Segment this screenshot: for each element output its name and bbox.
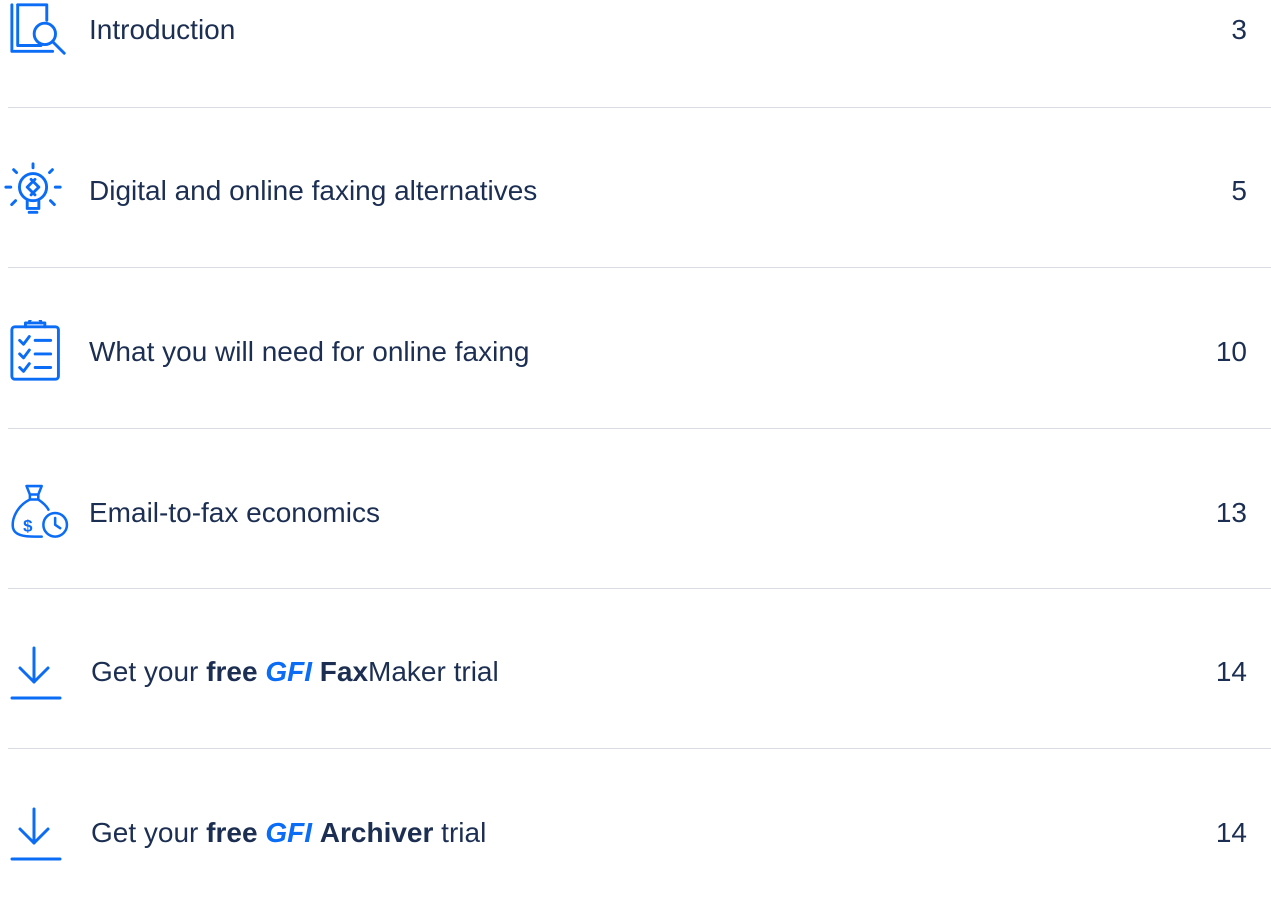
toc-page-number: 14 (1215, 817, 1247, 848)
table-of-contents: Introduction 3 Digital and online faxing… (0, 0, 1271, 907)
toc-item-what-you-need[interactable]: What you will need for online faxing 10 (0, 320, 1271, 382)
toc-page-number: 13 (1215, 497, 1247, 528)
money-bag-clock-icon: $ (8, 483, 72, 543)
product-name-bold: Fax (319, 656, 369, 687)
divider (8, 428, 1271, 429)
divider (8, 748, 1271, 749)
label-suffix: trial (445, 656, 499, 687)
brand-gfi: GFI (265, 817, 312, 848)
label-suffix: trial (433, 817, 487, 848)
toc-page-number: 14 (1215, 656, 1247, 687)
label-free: free (206, 656, 258, 687)
toc-item-label: Digital and online faxing alternatives (89, 175, 538, 206)
product-name-rest: Maker (368, 656, 446, 687)
toc-item-digital-alternatives[interactable]: Digital and online faxing alternatives 5 (0, 161, 1271, 221)
lightbulb-icon (2, 161, 66, 221)
toc-item-introduction[interactable]: Introduction 3 (0, 0, 1271, 60)
toc-item-archiver-trial[interactable]: Get your free GFI Archiver trial 14 (0, 803, 1271, 863)
svg-text:$: $ (23, 517, 33, 536)
toc-item-label: Email-to-fax economics (89, 497, 380, 528)
toc-page-number: 3 (1231, 14, 1247, 45)
toc-item-label: Introduction (89, 14, 236, 45)
checklist-clipboard-icon (8, 320, 72, 382)
download-icon (8, 642, 72, 702)
label-free: free (206, 817, 258, 848)
toc-item-label: Get your free GFI FaxMaker trial (91, 655, 499, 689)
divider (8, 588, 1271, 589)
divider (8, 107, 1271, 108)
download-icon (8, 803, 72, 863)
toc-item-email-to-fax-economics[interactable]: $ Email-to-fax economics 13 (0, 483, 1271, 543)
brand-gfi: GFI (265, 656, 312, 687)
toc-item-faxmaker-trial[interactable]: Get your free GFI FaxMaker trial 14 (0, 642, 1271, 702)
label-prefix: Get your (91, 817, 207, 848)
divider (8, 267, 1271, 268)
toc-page-number: 10 (1215, 336, 1247, 367)
toc-item-label: What you will need for online faxing (89, 336, 530, 367)
book-search-icon (8, 0, 72, 60)
label-prefix: Get your (91, 656, 207, 687)
product-name-bold: Archiver (319, 817, 434, 848)
toc-item-label: Get your free GFI Archiver trial (91, 816, 486, 850)
toc-page-number: 5 (1231, 175, 1247, 206)
